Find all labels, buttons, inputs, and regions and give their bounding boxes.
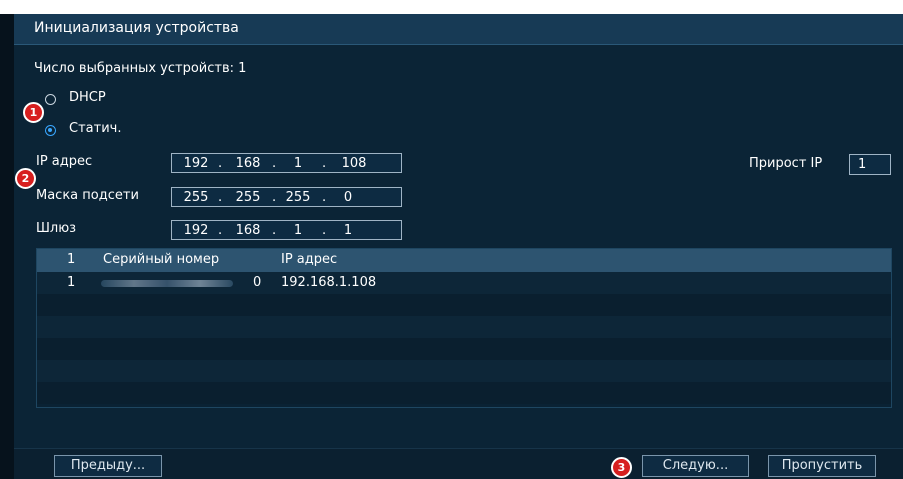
gateway-octet-3[interactable]: 1 [278,223,318,238]
mask-octet-2[interactable]: 255 [228,190,268,205]
gateway-octet-1[interactable]: 192 [176,223,216,238]
gateway-dot: . [218,223,223,238]
step-badge-3: 3 [611,457,632,478]
table-row[interactable] [37,382,891,404]
gateway-dot: . [272,223,277,238]
gateway-field[interactable]: 192 . 168 . 1 . 1 [171,220,402,240]
ip-address-label: IP адрес [36,154,93,169]
step-badge-2: 2 [15,168,36,189]
ip-octet-3[interactable]: 1 [278,156,318,171]
ip-dot: . [218,156,223,171]
table-row[interactable]: 1 0 192.168.1.108 [37,272,891,294]
header-serial[interactable]: Серийный номер [103,252,219,267]
next-button[interactable]: Следую... [642,455,749,477]
subnet-mask-label: Маска подсети [36,188,139,203]
gateway-octet-2[interactable]: 168 [228,223,268,238]
gateway-octet-4[interactable]: 1 [328,223,368,238]
dialog-title: Инициализация устройства [34,20,239,36]
table-row[interactable] [37,360,891,382]
device-table: 1 Серийный номер IP адрес 1 0 192.168.1.… [36,248,892,408]
dhcp-label[interactable]: DHCP [69,90,106,105]
mask-octet-1[interactable]: 255 [176,190,216,205]
ip-octet-4[interactable]: 108 [334,156,374,171]
header-ip[interactable]: IP адрес [281,252,337,267]
title-bar: Инициализация устройства [14,14,903,45]
mask-dot: . [272,190,277,205]
ip-address-field[interactable]: 192 . 168 . 1 . 108 [171,153,402,173]
skip-button[interactable]: Пропустить [768,455,876,477]
table-row[interactable] [37,316,891,338]
ip-increment-value[interactable]: 1 [858,157,866,172]
mask-octet-3[interactable]: 255 [278,190,318,205]
mask-octet-4[interactable]: 0 [328,190,368,205]
device-init-dialog: Инициализация устройства Число выбранных… [14,14,903,479]
ip-increment-label: Прирост IP [749,156,823,171]
table-row[interactable] [37,338,891,360]
ip-increment-field[interactable]: 1 [849,154,891,175]
static-label[interactable]: Статич. [69,121,121,136]
row-number: 1 [67,275,76,290]
table-header: 1 Серийный номер IP адрес [37,249,891,272]
serial-tail: 0 [253,275,262,290]
side-strip [0,14,14,479]
table-row[interactable] [37,294,891,316]
step-badge-1: 1 [23,102,44,123]
ip-octet-1[interactable]: 192 [176,156,216,171]
header-number[interactable]: 1 [67,252,75,267]
subnet-mask-field[interactable]: 255 . 255 . 255 . 0 [171,187,402,207]
mask-dot: . [322,190,327,205]
gateway-label: Шлюз [36,221,77,236]
static-radio[interactable] [45,125,56,136]
redacted-serial [101,280,233,287]
ip-dot: . [272,156,277,171]
ip-octet-2[interactable]: 168 [228,156,268,171]
mask-dot: . [218,190,223,205]
previous-button[interactable]: Предыду... [54,455,162,477]
dhcp-radio[interactable] [45,94,56,105]
ip-dot: . [322,156,327,171]
row-ip: 192.168.1.108 [281,275,377,290]
selected-count-label: Число выбранных устройств: 1 [34,61,247,76]
gateway-dot: . [322,223,327,238]
